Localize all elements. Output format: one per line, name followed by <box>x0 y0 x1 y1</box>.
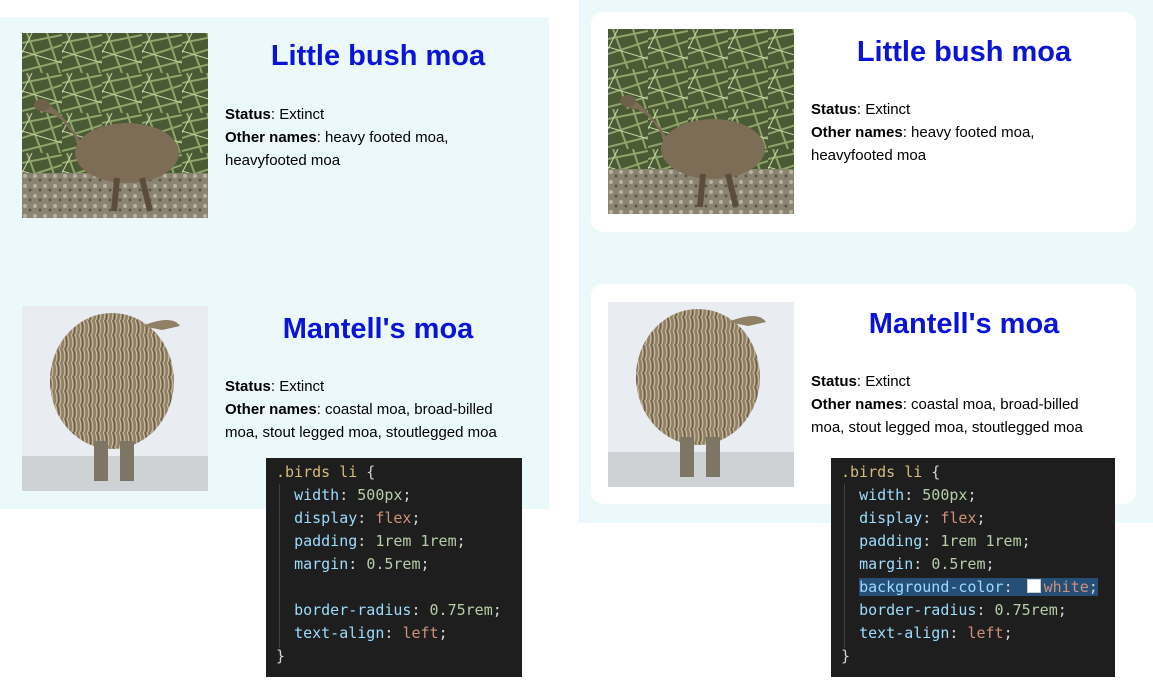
css-value: 500px <box>922 486 968 504</box>
css-property: margin <box>859 555 914 573</box>
css-property: width <box>859 486 905 504</box>
css-property: margin <box>294 555 349 573</box>
color-swatch-icon[interactable] <box>1026 579 1041 593</box>
status-value: Extinct <box>279 106 325 123</box>
css-property: text-align <box>859 624 950 642</box>
status-value: Extinct <box>865 373 911 390</box>
bird-name: Mantell's moa <box>282 313 474 345</box>
bird-details: Status: Extinct Other names: heavy foote… <box>811 101 1035 164</box>
birds-list-panel-left: Little bush moa Status: Extinct Other na… <box>0 17 549 509</box>
css-value: 0.5rem <box>366 555 421 573</box>
css-property: padding <box>294 532 358 550</box>
status-label: Status <box>225 378 271 395</box>
css-code-snippet-left: .birds li { width: 500px; display: flex;… <box>266 458 522 677</box>
other-names-label: Other names <box>811 396 903 413</box>
bird-details: Status: Extinct Other names: coastal moa… <box>225 378 497 441</box>
bird-name: Mantell's moa <box>868 308 1060 340</box>
css-property: display <box>294 509 358 527</box>
css-value: white <box>1043 578 1089 596</box>
other-names-label: Other names <box>811 124 903 141</box>
css-property: background-color <box>859 578 1004 596</box>
css-value: left <box>967 624 1004 642</box>
mantells-moa-image <box>608 302 794 487</box>
bird-card-little-bush-moa: Little bush moa Status: Extinct Other na… <box>0 17 549 277</box>
css-value: 0.75rem <box>994 601 1058 619</box>
css-value: left <box>402 624 439 642</box>
bird-card-little-bush-moa: Little bush moa Status: Extinct Other na… <box>591 12 1136 232</box>
bird-details: Status: Extinct Other names: coastal moa… <box>811 373 1083 436</box>
bird-name: Little bush moa <box>270 40 486 72</box>
css-property: border-radius <box>859 601 977 619</box>
css-property: width <box>294 486 340 504</box>
mantells-moa-image <box>22 306 208 491</box>
css-code-snippet-right: .birds li { width: 500px; display: flex;… <box>831 458 1115 677</box>
little-bush-moa-image <box>608 29 794 214</box>
bird-name: Little bush moa <box>856 36 1072 68</box>
status-label: Status <box>225 106 271 123</box>
css-value: 1rem 1rem <box>940 532 1022 550</box>
css-value: 0.75rem <box>429 601 493 619</box>
highlighted-declaration: background-color: white; <box>859 578 1098 596</box>
css-property: display <box>859 509 923 527</box>
status-label: Status <box>811 101 857 118</box>
css-value: 1rem 1rem <box>375 532 457 550</box>
other-names-label: Other names <box>225 129 317 146</box>
bird-details: Status: Extinct Other names: heavy foote… <box>225 106 449 169</box>
css-selector: .birds li <box>276 463 358 481</box>
other-names-label: Other names <box>225 401 317 418</box>
status-value: Extinct <box>865 101 911 118</box>
css-property: padding <box>859 532 923 550</box>
little-bush-moa-image <box>22 33 208 218</box>
css-value: 0.5rem <box>931 555 986 573</box>
status-label: Status <box>811 373 857 390</box>
status-value: Extinct <box>279 378 325 395</box>
css-selector: .birds li <box>841 463 923 481</box>
css-value: flex <box>375 509 412 527</box>
birds-list-panel-right: Little bush moa Status: Extinct Other na… <box>579 0 1153 523</box>
css-value: flex <box>940 509 977 527</box>
css-value: 500px <box>357 486 403 504</box>
css-property: border-radius <box>294 601 412 619</box>
css-property: text-align <box>294 624 385 642</box>
